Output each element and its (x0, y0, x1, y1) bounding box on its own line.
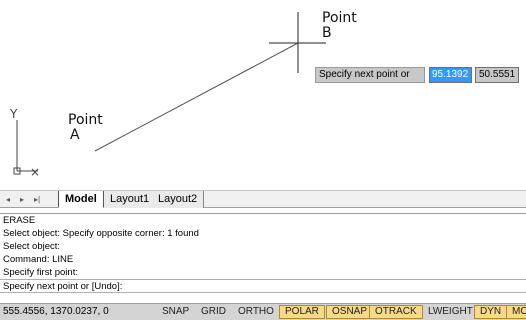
command-history-line: Select object: (3, 241, 61, 252)
tab-scroll-first-button[interactable]: ◂ (6, 194, 10, 206)
dynamic-input-angle-field[interactable]: 50.5551 (475, 67, 519, 83)
osnap-toggle[interactable]: OSNAP (326, 305, 374, 319)
cursor-coordinates[interactable]: 555.4556, 1370.0237, 0 (3, 306, 109, 317)
command-input[interactable]: Specify next point or [Undo]: (0, 279, 526, 293)
layout-tab-bar: ◂ ▸ ▸| Model Layout1 Layout2 (0, 190, 526, 208)
command-history-line: Command: LINE (3, 254, 74, 265)
otrack-toggle[interactable]: OTRACK (369, 305, 423, 319)
ucs-y-label: Y (10, 107, 18, 121)
tab-layout1[interactable]: Layout1 (104, 191, 157, 208)
point-a-label-line1: Point (68, 112, 103, 128)
point-a-label-line2: A (70, 127, 80, 143)
rubber-band-line (94, 42, 299, 152)
snap-toggle[interactable]: SNAP (156, 305, 195, 319)
status-bar: 555.4556, 1370.0237, 0 SNAP GRID ORTHO P… (0, 303, 526, 320)
command-history-line: ERASE (3, 215, 36, 226)
canvas-graphics (13, 12, 326, 175)
command-history-line: Specify first point: (3, 267, 78, 278)
drawing-canvas[interactable]: Point B Point A Y × Specify next point o… (0, 0, 526, 188)
dynamic-input-prompt: Specify next point or (315, 67, 425, 83)
ortho-toggle[interactable]: ORTHO (232, 305, 280, 319)
tab-layout2[interactable]: Layout2 (152, 191, 205, 208)
lweight-toggle[interactable]: LWEIGHT (422, 305, 479, 319)
ucs-x-label: × (30, 165, 41, 179)
point-b-label-line2: B (322, 25, 332, 41)
command-history-line: Select object: Specify opposite corner: … (3, 228, 199, 239)
tab-scroll-next-button[interactable]: ▸ (20, 194, 24, 206)
command-window: ERASE Select object: Specify opposite co… (0, 213, 526, 316)
dynamic-input-distance-field[interactable]: 95.1392 (429, 67, 472, 83)
dynamic-input-tooltip: Specify next point or 95.1392 50.5551 (315, 66, 519, 84)
dyn-toggle[interactable]: DYN (474, 305, 508, 319)
point-b-label-line1: Point (322, 10, 357, 26)
tab-scroll-last-button[interactable]: ▸| (34, 194, 40, 206)
polar-toggle[interactable]: POLAR (279, 305, 325, 319)
tab-model[interactable]: Model (58, 191, 104, 208)
model-toggle[interactable]: MO (506, 305, 526, 319)
grid-toggle[interactable]: GRID (195, 305, 232, 319)
